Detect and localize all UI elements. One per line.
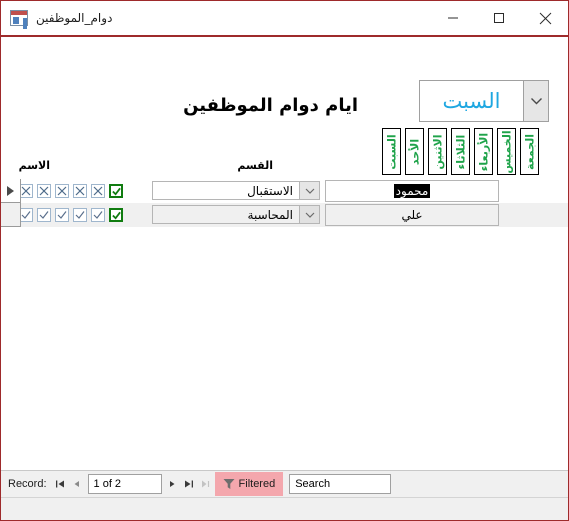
day-header-label: الأحد [408,138,421,165]
x-icon [75,186,85,196]
chevron-down-icon [530,98,542,105]
day-header-label: الاثنين [431,134,444,169]
day-checkbox-monday[interactable] [37,184,51,198]
x-icon [21,186,31,196]
department-dropdown-button[interactable] [299,182,319,199]
check-icon [111,211,121,220]
window-title: دوام_الموظفين [36,11,113,25]
page-title: ايام دوام الموظفين [183,95,358,116]
caption-buttons [430,1,568,35]
x-icon [57,186,67,196]
day-header-label: الخميس [500,129,513,174]
access-form-window: دوام_الموظفين السبت ايام دوام الموظفين ا… [0,0,569,521]
check-icon [39,211,49,219]
title-bar: دوام_الموظفين [1,1,568,37]
day-header-wednesday: الأربعاء [474,128,493,175]
department-combobox[interactable]: المحاسبة [152,205,320,224]
new-record-button[interactable] [198,471,215,497]
day-header-sunday: الأحد [405,128,424,175]
last-record-icon [185,480,194,488]
x-icon [93,186,103,196]
day-checkbox-monday[interactable] [37,208,51,222]
record-selector[interactable] [1,179,21,203]
record-rows: الاستقبال محمود المحاسبة علي [1,179,568,227]
day-checkbox-friday[interactable] [109,208,123,222]
first-record-icon [56,480,65,488]
previous-record-icon [74,481,80,487]
form-detail-area: السبت ايام دوام الموظفين الجمعة الخميس ا… [1,37,568,470]
status-bar [1,497,568,520]
record-selector[interactable] [1,203,21,227]
minimize-icon [448,17,458,19]
day-checkbox-thursday[interactable] [91,184,105,198]
name-input[interactable]: علي [325,204,499,226]
day-checkbox-tuesday[interactable] [55,184,69,198]
record-position-input[interactable]: 1 of 2 [87,474,162,494]
day-checkbox-sunday[interactable] [19,208,33,222]
day-header-label: الجمعة [523,133,536,170]
maximize-button[interactable] [476,1,522,35]
day-header-friday: الجمعة [520,128,539,175]
department-dropdown-button[interactable] [299,206,319,223]
day-selector-value: السبت [442,89,501,113]
day-checkbox-friday[interactable] [109,184,123,198]
day-checkbox-wednesday[interactable] [73,184,87,198]
next-record-button[interactable] [164,471,181,497]
previous-record-button[interactable] [69,471,86,497]
check-icon [111,187,121,196]
day-header-label: السبت [385,133,398,170]
row-spacer [505,179,568,203]
column-label-department: القسم [237,159,273,172]
day-selector-combobox[interactable]: السبت [419,80,549,122]
check-icon [57,211,67,219]
day-header-thursday: الخميس [497,128,516,175]
search-input[interactable]: Search [289,474,392,494]
x-icon [39,186,49,196]
column-label-name: الاسم [18,159,50,172]
maximize-icon [494,13,504,23]
record-label: Record: [8,478,47,490]
check-icon [93,211,103,219]
navbar-filler [393,471,568,497]
day-header-label: الثلاثاء [454,134,467,169]
day-header-saturday: السبت [382,128,401,175]
day-selector-dropdown-button[interactable] [523,81,548,121]
close-icon [539,12,551,24]
department-value: الاستقبال [247,183,293,198]
name-value: علي [401,208,423,222]
filter-status-button[interactable]: Filtered [214,472,284,496]
day-header-tuesday: الثلاثاء [451,128,470,175]
day-header-row: الجمعة الخميس الأربعاء الثلاثاء الاثنين … [382,128,539,175]
table-row[interactable]: الاستقبال محمود [1,179,568,203]
access-form-icon [10,10,28,26]
day-header-monday: الاثنين [428,128,447,175]
next-record-icon [170,481,175,487]
day-checkbox-sunday[interactable] [19,184,33,198]
filter-icon [223,479,235,489]
current-record-arrow-icon [7,185,14,196]
new-record-icon [201,480,209,488]
minimize-button[interactable] [430,1,476,35]
chevron-down-icon [305,212,314,218]
filter-label: Filtered [238,478,276,490]
day-checkbox-thursday[interactable] [91,208,105,222]
row-spacer [505,203,568,227]
department-combobox[interactable]: الاستقبال [152,181,320,200]
department-value: المحاسبة [247,207,293,222]
close-button[interactable] [522,1,568,35]
chevron-down-icon [305,188,314,194]
day-checkbox-wednesday[interactable] [73,208,87,222]
check-icon [21,211,31,219]
name-value: محمود [393,184,431,198]
first-record-button[interactable] [52,471,69,497]
record-navigation-bar: Record: 1 of 2 Filtered Search [1,470,568,497]
day-checkbox-tuesday[interactable] [55,208,69,222]
day-header-label: الأربعاء [477,132,490,171]
table-row[interactable]: المحاسبة علي [1,203,568,227]
name-input[interactable]: محمود [325,180,499,202]
last-record-button[interactable] [181,471,198,497]
check-icon [75,211,85,219]
